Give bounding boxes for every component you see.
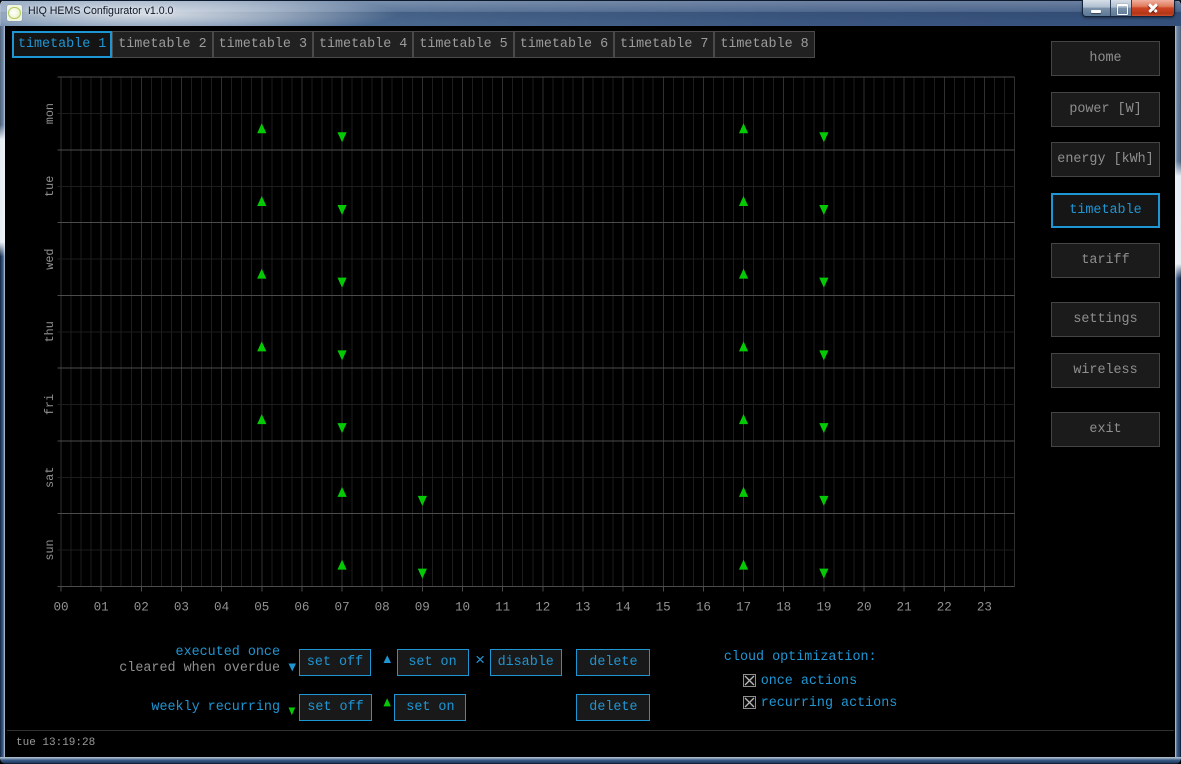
svg-text:10: 10 bbox=[455, 601, 470, 615]
svg-text:sun: sun bbox=[43, 539, 57, 560]
svg-text:06: 06 bbox=[294, 601, 309, 615]
svg-text:20: 20 bbox=[856, 601, 871, 615]
svg-text:05: 05 bbox=[254, 601, 269, 615]
svg-text:wed: wed bbox=[43, 248, 57, 269]
svg-text:14: 14 bbox=[616, 601, 631, 615]
svg-text:00: 00 bbox=[53, 601, 68, 615]
svg-text:07: 07 bbox=[335, 601, 350, 615]
svg-text:12: 12 bbox=[535, 601, 550, 615]
svg-text:11: 11 bbox=[495, 601, 510, 615]
svg-text:13: 13 bbox=[575, 601, 590, 615]
svg-text:22: 22 bbox=[937, 601, 952, 615]
svg-text:sat: sat bbox=[43, 467, 57, 488]
svg-text:tue: tue bbox=[43, 176, 57, 197]
svg-text:18: 18 bbox=[776, 601, 791, 615]
svg-text:16: 16 bbox=[696, 601, 711, 615]
svg-text:thu: thu bbox=[43, 321, 57, 342]
svg-text:09: 09 bbox=[415, 601, 430, 615]
svg-text:17: 17 bbox=[736, 601, 751, 615]
svg-text:08: 08 bbox=[375, 601, 390, 615]
svg-text:fri: fri bbox=[43, 394, 57, 415]
svg-text:21: 21 bbox=[897, 601, 912, 615]
svg-text:19: 19 bbox=[816, 601, 831, 615]
svg-text:02: 02 bbox=[134, 601, 149, 615]
svg-text:mon: mon bbox=[43, 103, 57, 124]
svg-text:15: 15 bbox=[656, 601, 671, 615]
svg-text:01: 01 bbox=[94, 601, 109, 615]
svg-text:04: 04 bbox=[214, 601, 229, 615]
svg-text:03: 03 bbox=[174, 601, 189, 615]
svg-text:23: 23 bbox=[977, 601, 992, 615]
